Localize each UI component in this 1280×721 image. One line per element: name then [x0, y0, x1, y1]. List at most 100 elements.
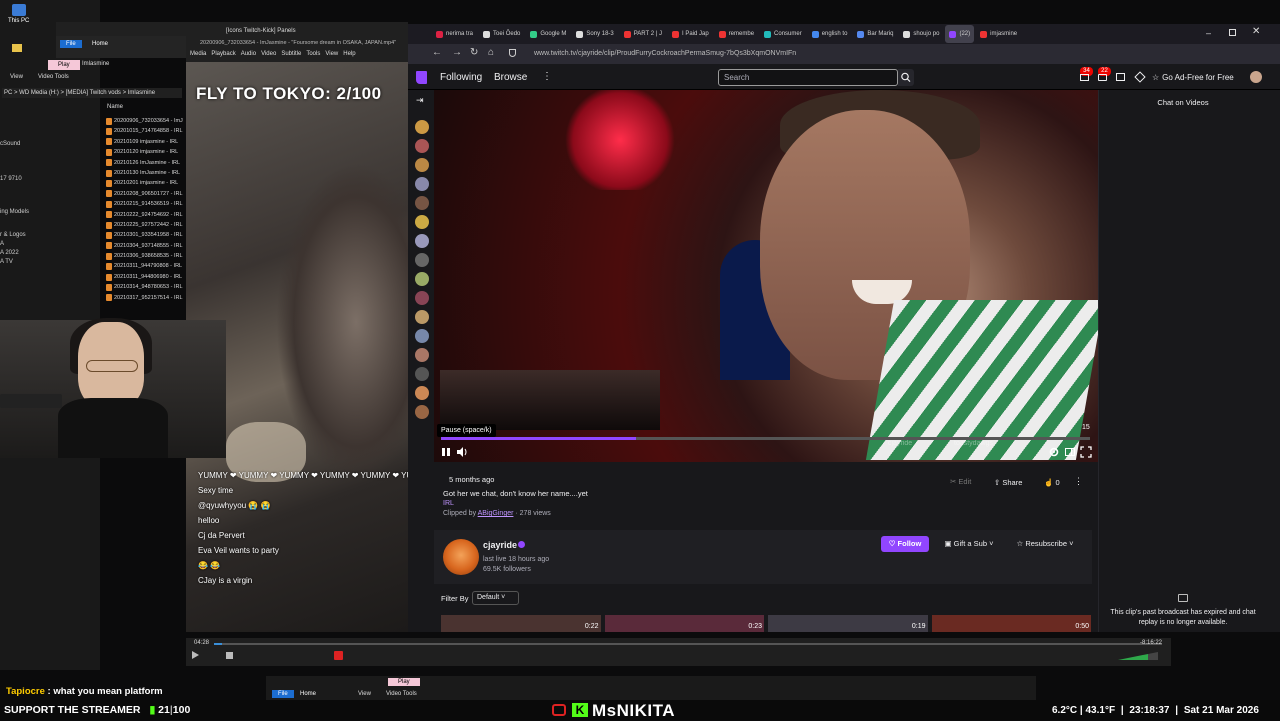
back-icon[interactable]: ← [432, 47, 442, 58]
file-row[interactable]: 20210120 imjasmine - IRL [106, 147, 186, 157]
filter-select[interactable]: Default ˅ [472, 591, 519, 605]
file-row[interactable]: 20210225_927572442 - IRL [106, 220, 186, 230]
clip-thumbnail[interactable]: 0:50 [931, 615, 1091, 632]
followed-channel-avatar[interactable] [415, 158, 429, 172]
followed-channel-avatar[interactable] [415, 291, 429, 305]
clipper-link[interactable]: ABigGinger [478, 510, 514, 517]
url-field[interactable]: www.twitch.tv/cjayride/clip/ProudFurryCo… [534, 50, 796, 57]
browser-tab[interactable]: Bar Mariq [853, 25, 897, 43]
file-row[interactable]: 20210201 imjasmine - IRL [106, 178, 186, 188]
player-menu-item[interactable]: Video [261, 51, 276, 57]
edit-button[interactable]: ✂ Edit [950, 477, 971, 486]
view-tab[interactable]: View [10, 74, 23, 80]
player-record-icon[interactable] [334, 651, 343, 660]
folder-icon[interactable] [12, 44, 22, 52]
file-row[interactable]: 20210306_938658535 - IRL [106, 251, 186, 261]
followed-channel-avatar[interactable] [415, 272, 429, 286]
followed-channel-avatar[interactable] [415, 386, 429, 400]
file-row[interactable]: 20210130 ImJasmine - IRL [106, 168, 186, 178]
second-explorer-video-tools[interactable]: Video Tools [386, 691, 417, 697]
second-explorer-file-tab[interactable]: File [272, 690, 294, 698]
browser-minimize-icon[interactable]: – [1206, 28, 1211, 38]
fullscreen-button[interactable] [1080, 446, 1092, 458]
pause-button[interactable] [440, 446, 452, 458]
settings-button[interactable] [1048, 446, 1060, 458]
forward-icon[interactable]: → [452, 47, 462, 58]
file-row[interactable]: 20210314_948780653 - IRL [106, 282, 186, 292]
file-row[interactable]: 20200906_732033654 - ImJ [106, 116, 186, 126]
gift-sub-button[interactable]: ▣ Gift a Sub ˅ [936, 536, 1002, 552]
browser-tab[interactable]: I Paid Jap [668, 25, 713, 43]
followed-channel-avatar[interactable] [415, 329, 429, 343]
inbox-icon[interactable] [1080, 74, 1089, 81]
file-row[interactable]: 20210301_933541958 - IRL [106, 230, 186, 240]
ribbon-file-tab[interactable]: File [60, 40, 82, 48]
browser-close-icon[interactable]: ✕ [1252, 26, 1260, 37]
more-menu-icon[interactable]: ⋮ [542, 71, 552, 82]
player-seek-bar[interactable] [214, 643, 1162, 645]
nav-browse[interactable]: Browse [494, 72, 527, 83]
player-menu-item[interactable]: View [325, 51, 338, 57]
player-menu-item[interactable]: Subtitle [281, 51, 301, 57]
follow-button[interactable]: ♡ Follow [881, 536, 929, 552]
share-button[interactable]: ⇧ Share [994, 476, 1034, 490]
file-row[interactable]: 20210126 ImJasmine - IRL [106, 158, 186, 168]
browser-tab[interactable]: english to [808, 25, 852, 43]
nav-item[interactable]: A TV [0, 258, 60, 267]
volume-button[interactable] [456, 446, 468, 458]
player-stop-icon[interactable] [226, 652, 233, 659]
followed-channel-avatar[interactable] [415, 215, 429, 229]
nav-item[interactable]: ing Models [0, 208, 60, 217]
twitch-logo-icon[interactable] [416, 71, 427, 84]
followed-channel-avatar[interactable] [415, 310, 429, 324]
browser-tab[interactable]: Sony 18-3 [572, 25, 617, 43]
player-menu-item[interactable]: Help [343, 51, 355, 57]
nav-following[interactable]: Following [440, 72, 482, 83]
search-button[interactable] [898, 69, 914, 86]
go-ad-free-button[interactable]: ☆ Go Ad-Free for Free [1152, 70, 1242, 86]
browser-maximize-icon[interactable] [1229, 29, 1236, 36]
followed-channel-avatar[interactable] [415, 348, 429, 362]
followed-channel-avatar[interactable] [415, 196, 429, 210]
file-row[interactable]: 20201015_714764858 - IRL [106, 126, 186, 136]
file-row[interactable]: 20210215_914536519 - IRL [106, 199, 186, 209]
nav-item[interactable]: A 2022 [0, 249, 60, 258]
followed-channel-avatar[interactable] [415, 177, 429, 191]
file-row[interactable]: 20210109 imjasmine - IRL [106, 137, 186, 147]
followed-channel-avatar[interactable] [415, 253, 429, 267]
shield-icon[interactable] [509, 49, 516, 57]
file-row[interactable]: 20210222_924754692 - IRL [106, 210, 186, 220]
followed-channel-avatar[interactable] [415, 405, 429, 419]
prime-icon[interactable] [1116, 73, 1125, 81]
ribbon-home-tab[interactable]: Home [92, 41, 108, 47]
browser-tab[interactable]: (22) [945, 25, 975, 43]
player-menu-item[interactable]: Audio [241, 51, 256, 57]
browser-tab[interactable]: Toei Ōedo [479, 25, 524, 43]
search-input[interactable]: Search [718, 69, 898, 86]
second-explorer-play-tab[interactable]: Play [388, 678, 420, 686]
browser-tab[interactable]: nerima tra [432, 25, 477, 43]
clip-thumbnail[interactable]: 0:19 [768, 615, 928, 632]
browser-tab[interactable]: Google M [526, 25, 570, 43]
clip-thumbnail[interactable]: 0:23 [604, 615, 764, 632]
followed-channel-avatar[interactable] [415, 120, 429, 134]
clip-thumbnail[interactable]: 0:22 [441, 615, 601, 632]
file-row[interactable]: 20210311_944806980 - IRL [106, 272, 186, 282]
resubscribe-button[interactable]: ☆ Resubscribe ˅ [1008, 536, 1082, 552]
browser-tab[interactable]: remembe [715, 25, 758, 43]
file-row[interactable]: 20210208_906501727 - IRL [106, 189, 186, 199]
player-menu-item[interactable]: Media [190, 51, 206, 57]
browser-tab[interactable]: Consumer [760, 25, 806, 43]
play-tab[interactable]: Play [48, 60, 80, 70]
video-tools-tab[interactable]: Video Tools [38, 74, 69, 80]
category-link[interactable]: IRL [443, 500, 454, 507]
file-row[interactable]: 20210304_937148555 - IRL [106, 241, 186, 251]
browser-tab[interactable]: imjasmine [976, 25, 1021, 43]
more-options-icon[interactable]: ⋮ [1074, 476, 1083, 487]
nav-item[interactable]: A [0, 240, 60, 249]
name-column-header[interactable]: Name [107, 104, 123, 110]
breadcrumb[interactable]: PC > WD Media (H:) > [MEDIA] Twitch vods… [2, 88, 182, 98]
channel-name[interactable]: cjayride [483, 540, 517, 550]
player-menu-item[interactable]: Playback [211, 51, 235, 57]
nav-item[interactable]: cSound [0, 140, 60, 149]
